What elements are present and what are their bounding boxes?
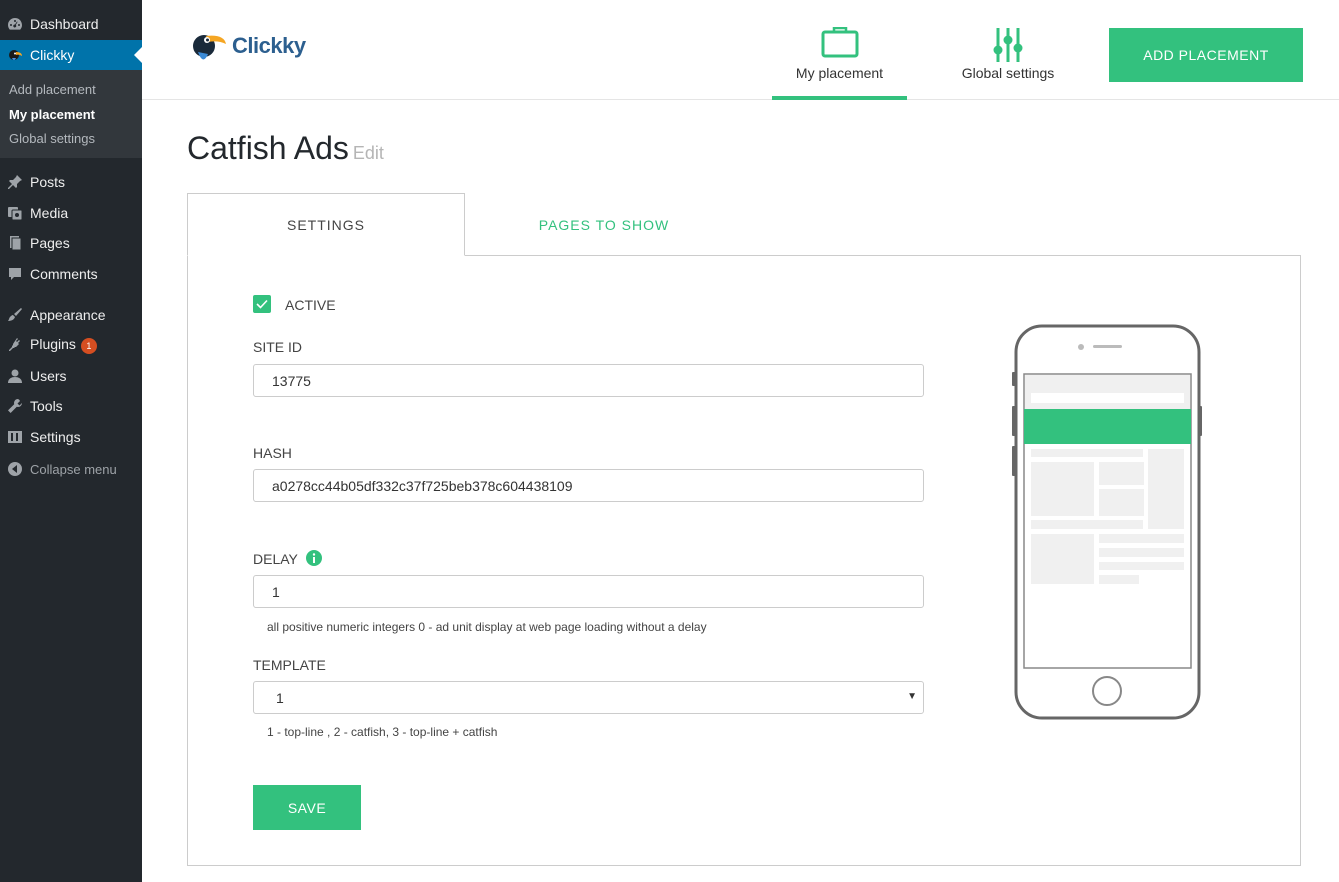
menu-posts[interactable]: Posts xyxy=(0,167,142,197)
settings-icon xyxy=(0,429,30,445)
submenu-add-placement[interactable]: Add placement xyxy=(9,82,96,97)
menu-label: Users xyxy=(30,368,67,384)
menu-tools[interactable]: Tools xyxy=(0,391,142,421)
menu-label: Comments xyxy=(30,266,98,282)
menu-label: Plugins 1 xyxy=(30,336,97,354)
template-select[interactable]: 1 ▼ xyxy=(253,681,924,714)
menu-label: Media xyxy=(30,205,69,221)
phone-preview-illustration xyxy=(1012,324,1202,720)
clickky-submenu: Add placement My placement Global settin… xyxy=(0,70,142,158)
collapse-menu-button[interactable]: Collapse menu xyxy=(0,454,142,484)
template-hint: 1 - top-line , 2 - catfish, 3 - top-line… xyxy=(267,725,498,739)
menu-dashboard[interactable]: Dashboard xyxy=(0,9,142,39)
sliders-icon xyxy=(993,28,1023,62)
nav-global-settings[interactable]: Global settings xyxy=(952,0,1064,100)
admin-sidebar: Dashboard Clickky Add placement My place… xyxy=(0,0,142,882)
submenu-global-settings[interactable]: Global settings xyxy=(9,131,95,146)
menu-label: Collapse menu xyxy=(30,461,117,477)
briefcase-icon xyxy=(821,27,858,58)
menu-clickky[interactable]: Clickky xyxy=(0,40,142,70)
delay-hint: all positive numeric integers 0 - ad uni… xyxy=(267,620,707,634)
menu-label: Pages xyxy=(30,235,70,251)
toucan-icon xyxy=(0,47,30,63)
logo-text: Clickky xyxy=(232,33,306,58)
hash-input[interactable] xyxy=(253,469,924,502)
pages-icon xyxy=(0,235,30,251)
collapse-arrow-icon xyxy=(0,461,30,477)
template-label: TEMPLATE xyxy=(253,657,326,673)
plug-icon xyxy=(0,337,30,353)
nav-label: Global settings xyxy=(961,65,1055,81)
menu-comments[interactable]: Comments xyxy=(0,259,142,289)
plugin-header: Clickky My placement Global settings ADD… xyxy=(142,0,1339,100)
menu-users[interactable]: Users xyxy=(0,361,142,391)
menu-media[interactable]: Media xyxy=(0,198,142,228)
plugins-update-badge: 1 xyxy=(80,337,97,354)
pin-icon xyxy=(0,174,30,190)
menu-label: Appearance xyxy=(30,307,106,323)
delay-label: DELAY xyxy=(253,551,298,567)
menu-appearance[interactable]: Appearance xyxy=(0,300,142,330)
delay-input[interactable] xyxy=(253,575,924,608)
page-title: Catfish Ads Edit xyxy=(187,130,384,167)
menu-label: Clickky xyxy=(30,47,75,63)
template-selected-value: 1 xyxy=(276,689,284,706)
checkmark-icon xyxy=(256,299,268,309)
submenu-my-placement[interactable]: My placement xyxy=(9,107,95,122)
wrench-icon xyxy=(0,398,30,414)
nav-label: My placement xyxy=(795,65,884,81)
clickky-logo: Clickky xyxy=(190,26,306,66)
user-icon xyxy=(0,368,30,384)
site-id-input[interactable] xyxy=(253,364,924,397)
menu-label: Posts xyxy=(30,174,66,190)
menu-settings[interactable]: Settings xyxy=(0,422,142,452)
toucan-logo-icon xyxy=(193,35,226,60)
menu-pages[interactable]: Pages xyxy=(0,228,142,258)
menu-label: Tools xyxy=(30,398,63,414)
info-icon[interactable] xyxy=(306,550,322,566)
media-icon xyxy=(0,205,30,221)
tab-pages-to-show[interactable]: PAGES TO SHOW xyxy=(465,193,743,256)
save-button[interactable]: SAVE xyxy=(253,785,361,830)
paintbrush-icon xyxy=(0,307,30,323)
placement-name: Catfish Ads xyxy=(187,130,349,166)
menu-plugins[interactable]: Plugins 1 xyxy=(0,330,142,360)
menu-label: Dashboard xyxy=(30,16,99,32)
menu-label: Settings xyxy=(30,429,81,445)
comment-icon xyxy=(0,266,30,282)
nav-my-placement[interactable]: My placement xyxy=(772,0,907,100)
active-checkbox[interactable] xyxy=(253,295,271,313)
hash-label: HASH xyxy=(253,445,292,461)
add-placement-button[interactable]: ADD PLACEMENT xyxy=(1109,28,1303,82)
site-id-label: SITE ID xyxy=(253,339,303,355)
chevron-down-icon: ▼ xyxy=(907,691,917,702)
dashboard-icon xyxy=(0,16,30,32)
active-label: ACTIVE xyxy=(285,297,336,313)
tab-settings[interactable]: SETTINGS xyxy=(187,193,465,256)
edit-title-link[interactable]: Edit xyxy=(353,143,384,163)
